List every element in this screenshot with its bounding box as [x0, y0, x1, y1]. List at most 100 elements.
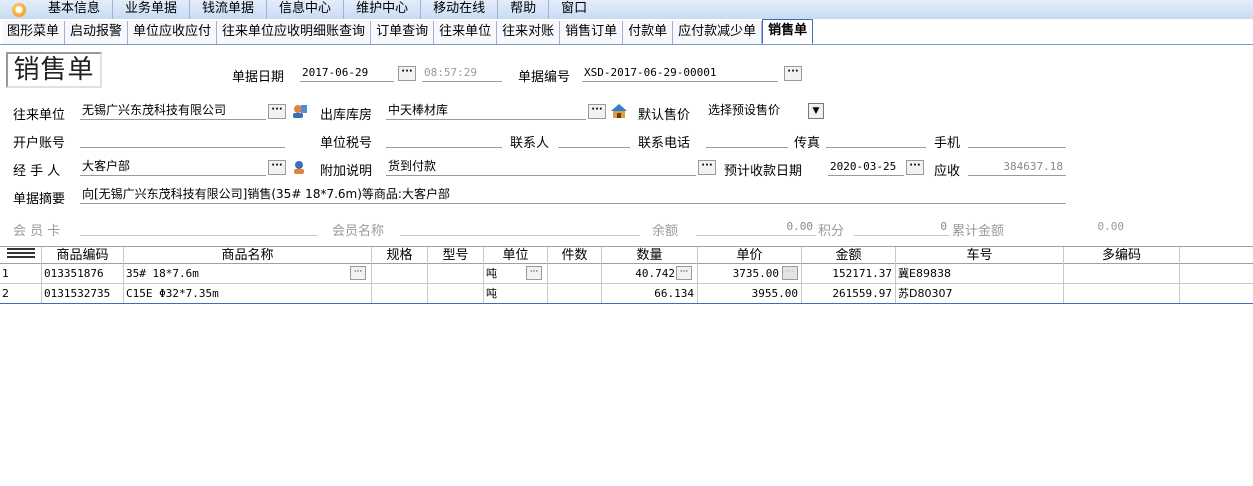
- menu-help[interactable]: 帮助: [498, 0, 550, 19]
- cell-name-text: 35# 18*7.6m: [126, 267, 199, 280]
- date-field[interactable]: 2017-06-29: [300, 64, 394, 82]
- taxno-field[interactable]: [386, 130, 502, 148]
- col-header-pieces[interactable]: 件数: [548, 247, 602, 264]
- due-date-label: 预计收款日期: [724, 164, 803, 179]
- member-name-label: 会员名称: [332, 224, 385, 239]
- account-field[interactable]: [80, 130, 285, 148]
- tab-unit-receivable-payable[interactable]: 单位应收应付: [128, 21, 218, 44]
- col-header-price[interactable]: 单价: [698, 247, 802, 264]
- warehouse-field[interactable]: 中天棒材库: [386, 102, 586, 120]
- menu-window[interactable]: 窗口: [549, 0, 599, 19]
- menu-cash-docs[interactable]: 钱流单据: [190, 0, 268, 19]
- attach-note-icon[interactable]: [290, 159, 308, 175]
- cell-code[interactable]: 013351876: [42, 264, 124, 283]
- tab-partner-detail-query[interactable]: 往来单位应收明细账查询: [217, 21, 372, 44]
- menu-info-center[interactable]: 信息中心: [267, 0, 345, 19]
- partner-lookup-button[interactable]: ···: [268, 104, 286, 119]
- price-lookup-button[interactable]: ···: [782, 266, 798, 280]
- cell-pieces[interactable]: [548, 264, 602, 283]
- col-header-multi-code[interactable]: 多编码: [1064, 247, 1180, 264]
- date-picker-button[interactable]: ···: [398, 66, 416, 81]
- tab-partners[interactable]: 往来单位: [434, 21, 498, 44]
- date-label: 单据日期: [232, 70, 285, 85]
- summary-label: 单据摘要: [13, 192, 66, 207]
- col-header-model[interactable]: 型号: [428, 247, 484, 264]
- grid-menu-icon[interactable]: [0, 247, 42, 264]
- handler-field[interactable]: 大客户部: [80, 158, 266, 176]
- default-price-select[interactable]: 选择预设售价: [706, 102, 806, 120]
- page-title: 销售单: [6, 52, 102, 88]
- col-header-amount[interactable]: 金额: [802, 247, 896, 264]
- tab-payment[interactable]: 付款单: [623, 21, 674, 44]
- docno-button[interactable]: ···: [784, 66, 802, 81]
- cell-pieces[interactable]: [548, 284, 602, 303]
- name-lookup-button[interactable]: ···: [350, 266, 366, 280]
- summary-field[interactable]: 向[无锡广兴东茂科技有限公司]销售(35# 18*7.6m)等商品:大客户部: [80, 186, 1066, 204]
- tab-startup-alert[interactable]: 启动报警: [65, 21, 129, 44]
- tab-sales-doc[interactable]: 销售单: [762, 19, 814, 44]
- phone-field[interactable]: [706, 130, 788, 148]
- cell-spec[interactable]: [372, 264, 428, 283]
- due-date-picker-button[interactable]: ···: [906, 160, 924, 175]
- col-header-plate[interactable]: 车号: [896, 247, 1064, 264]
- col-header-qty[interactable]: 数量: [602, 247, 698, 264]
- cell-model[interactable]: [428, 264, 484, 283]
- ellipsis-icon: ···: [701, 160, 713, 171]
- menu-business-docs[interactable]: 业务单据: [113, 0, 191, 19]
- col-header-name[interactable]: 商品名称: [124, 247, 372, 264]
- note-lookup-button[interactable]: ···: [698, 160, 716, 175]
- cell-unit[interactable]: 吨: [484, 284, 548, 303]
- tab-sales-order[interactable]: 销售订单: [560, 21, 624, 44]
- ellipsis-icon: ···: [787, 66, 799, 77]
- tab-reconciliation[interactable]: 往来对账: [497, 21, 561, 44]
- cell-plate[interactable]: 冀E89838: [896, 264, 1064, 283]
- col-header-spec[interactable]: 规格: [372, 247, 428, 264]
- receivable-field: 384637.18: [968, 158, 1066, 176]
- cell-price[interactable]: 3955.00: [698, 284, 802, 303]
- member-card-field[interactable]: [80, 218, 318, 236]
- partner-field[interactable]: 无锡广兴东茂科技有限公司: [80, 102, 266, 120]
- col-header-code[interactable]: 商品编码: [42, 247, 124, 264]
- member-name-field[interactable]: [400, 218, 640, 236]
- warehouse-lookup-button[interactable]: ···: [588, 104, 606, 119]
- cell-multi-code[interactable]: [1064, 264, 1180, 283]
- cell-name[interactable]: C15E Φ32*7.35m: [124, 284, 372, 303]
- balance-label: 余额: [652, 224, 679, 239]
- col-header-unit[interactable]: 单位: [484, 247, 548, 264]
- due-date-field[interactable]: 2020-03-25: [828, 158, 904, 176]
- menu-mobile-online[interactable]: 移动在线: [421, 0, 499, 19]
- tab-order-query[interactable]: 订单查询: [371, 21, 435, 44]
- receivable-label: 应收: [934, 164, 961, 179]
- cell-amount[interactable]: 261559.97: [802, 284, 896, 303]
- docno-field[interactable]: XSD-2017-06-29-00001: [582, 64, 778, 82]
- fax-field[interactable]: [826, 130, 926, 148]
- cell-multi-code[interactable]: [1064, 284, 1180, 303]
- tab-payable-reduction[interactable]: 应付款减少单: [673, 21, 763, 44]
- qty-lookup-button[interactable]: ···: [676, 266, 692, 280]
- cell-model[interactable]: [428, 284, 484, 303]
- cell-plate[interactable]: 苏D80307: [896, 284, 1064, 303]
- handler-lookup-button[interactable]: ···: [268, 160, 286, 175]
- cell-unit-text: 吨: [486, 267, 497, 280]
- menu-maintenance-center[interactable]: 维护中心: [344, 0, 422, 19]
- cell-spec[interactable]: [372, 284, 428, 303]
- mobile-field[interactable]: [968, 130, 1066, 148]
- menu-basic-info[interactable]: 基本信息: [36, 0, 114, 19]
- cell-qty[interactable]: 66.134: [602, 284, 698, 303]
- note-field[interactable]: 货到付款: [386, 158, 696, 176]
- time-field[interactable]: 08:57:29: [422, 64, 502, 82]
- warehouse-icon[interactable]: [610, 103, 628, 119]
- user-lookup-icon[interactable]: [290, 103, 308, 119]
- cell-amount[interactable]: 152171.37: [802, 264, 896, 283]
- ellipsis-icon: ···: [401, 66, 413, 77]
- total-field: 0.00: [1097, 220, 1125, 233]
- contact-field[interactable]: [558, 130, 630, 148]
- cell-code[interactable]: 0131532735: [42, 284, 124, 303]
- dropdown-arrow-icon[interactable]: ▼: [808, 103, 824, 119]
- unit-lookup-button[interactable]: ···: [526, 266, 542, 280]
- tab-graphic-menu[interactable]: 图形菜单: [2, 21, 66, 44]
- table-row[interactable]: 2 0131532735 C15E Φ32*7.35m 吨 66.134 395…: [0, 284, 1253, 304]
- table-row[interactable]: 1 013351876 35# 18*7.6m ··· 吨 ··· 40.742…: [0, 264, 1253, 284]
- taxno-label: 单位税号: [320, 136, 373, 151]
- cell-name[interactable]: 35# 18*7.6m: [124, 264, 372, 283]
